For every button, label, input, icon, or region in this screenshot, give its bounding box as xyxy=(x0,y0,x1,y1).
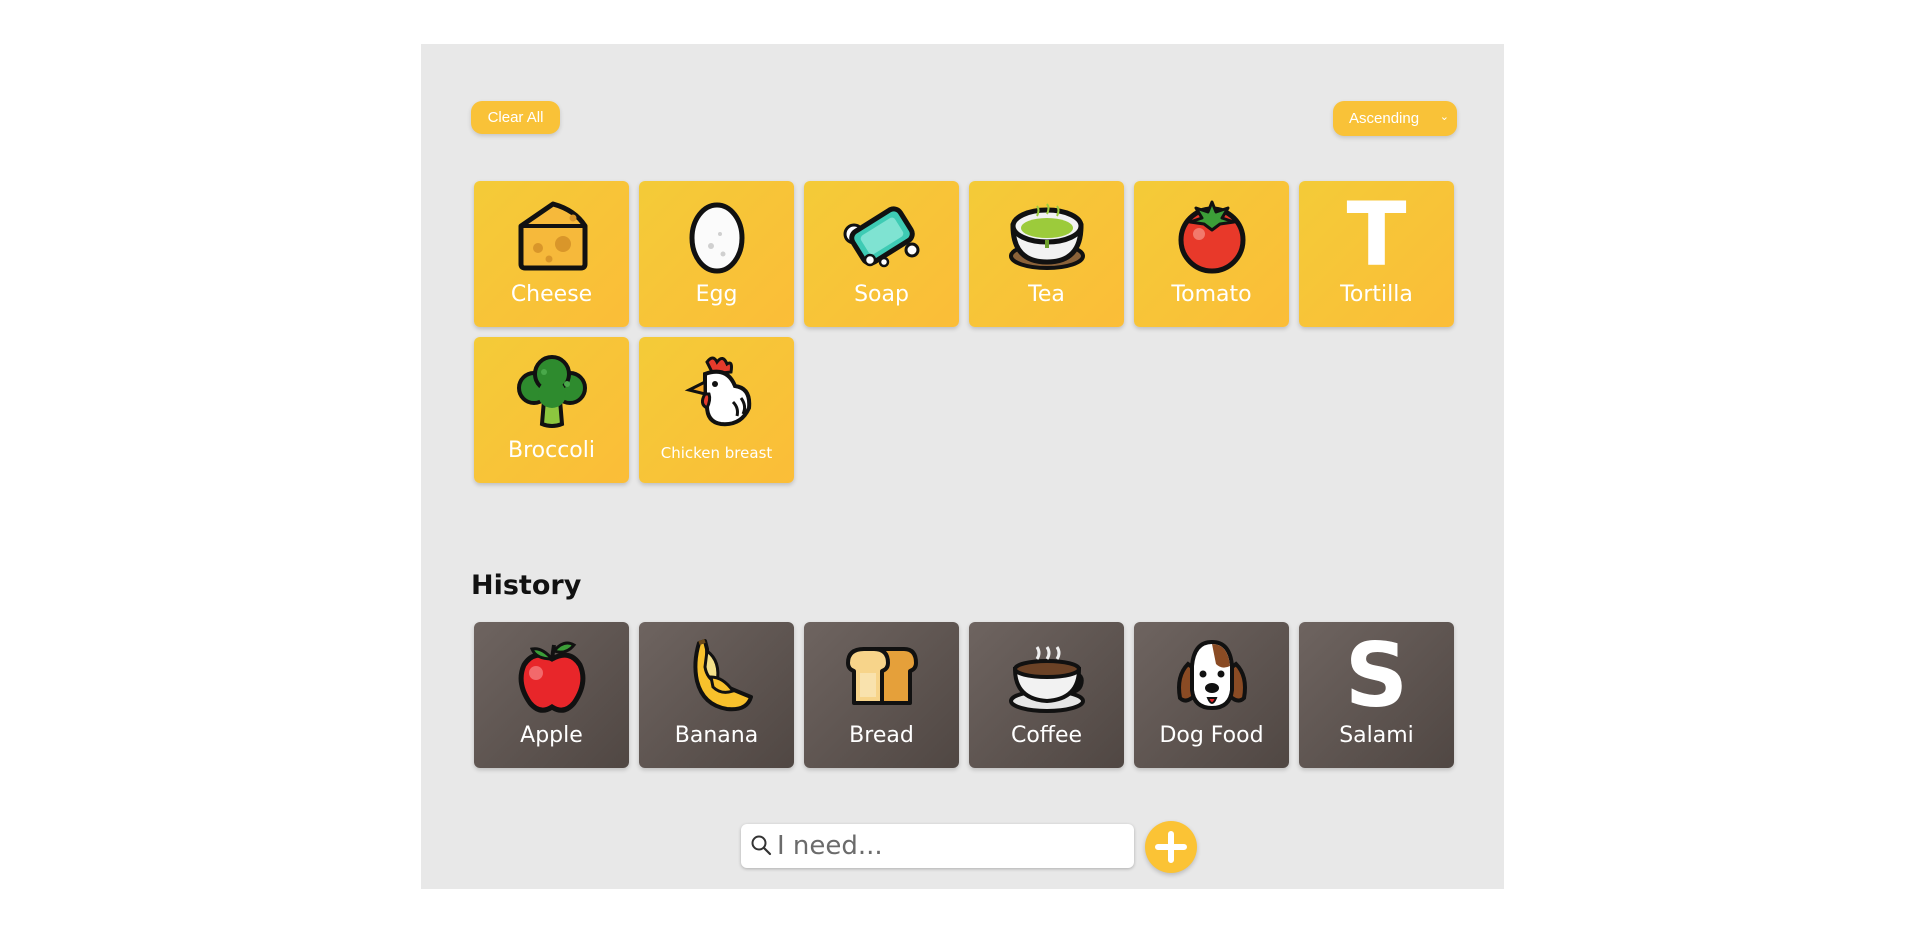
item-label: Salami xyxy=(1339,723,1414,748)
egg-icon xyxy=(639,195,794,275)
coffee-icon xyxy=(969,636,1124,716)
item-label: Chicken breast xyxy=(660,444,773,462)
item-label: Bread xyxy=(849,723,914,748)
chicken-icon xyxy=(639,351,794,431)
broccoli-icon xyxy=(474,351,629,431)
item-label: Apple xyxy=(520,723,583,748)
item-tile-tortilla[interactable]: T Tortilla xyxy=(1299,181,1454,327)
history-tile-salami[interactable]: S Salami xyxy=(1299,622,1454,768)
history-tile-bread[interactable]: Bread xyxy=(804,622,959,768)
sort-order-value: Ascending xyxy=(1349,110,1420,127)
item-tile-tomato[interactable]: Tomato xyxy=(1134,181,1289,327)
history-grid: Apple Banana Bread Coffee Dog Food S Sal… xyxy=(474,622,1454,768)
item-label: Coffee xyxy=(1010,723,1083,748)
search-box xyxy=(741,824,1134,868)
item-tile-chicken-breast[interactable]: Chicken breast xyxy=(639,337,794,483)
plus-icon xyxy=(1155,831,1187,863)
soap-icon xyxy=(804,195,959,275)
active-items-grid: Cheese Egg Soap Tea Tomato T Tortilla Br… xyxy=(474,181,1454,483)
item-tile-soap[interactable]: Soap xyxy=(804,181,959,327)
clear-all-button[interactable]: Clear All xyxy=(471,101,560,134)
sort-order-select[interactable]: Ascending ⌄ xyxy=(1333,101,1457,136)
item-label: Tomato xyxy=(1171,282,1252,307)
dog-icon xyxy=(1134,636,1289,716)
history-heading: History xyxy=(471,570,582,601)
item-label: Tortilla xyxy=(1340,282,1413,307)
item-label: Dog Food xyxy=(1159,723,1264,748)
item-letter: T xyxy=(1346,183,1407,286)
cheese-icon xyxy=(474,195,629,275)
history-tile-coffee[interactable]: Coffee xyxy=(969,622,1124,768)
bread-icon xyxy=(804,636,959,716)
item-label: Egg xyxy=(695,282,738,307)
item-label: Broccoli xyxy=(508,438,595,463)
add-item-button[interactable] xyxy=(1145,821,1197,873)
tomato-icon xyxy=(1134,195,1289,275)
item-letter: S xyxy=(1344,624,1409,727)
search-icon xyxy=(750,834,772,860)
item-label: Banana xyxy=(674,723,759,748)
chevron-down-icon: ⌄ xyxy=(1439,111,1449,123)
item-tile-broccoli[interactable]: Broccoli xyxy=(474,337,629,483)
item-label: Cheese xyxy=(510,282,593,307)
item-tile-egg[interactable]: Egg xyxy=(639,181,794,327)
history-tile-dog-food[interactable]: Dog Food xyxy=(1134,622,1289,768)
item-tile-tea[interactable]: Tea xyxy=(969,181,1124,327)
history-tile-apple[interactable]: Apple xyxy=(474,622,629,768)
app-panel: Clear All Ascending ⌄ Cheese Egg Soap Te… xyxy=(421,44,1504,889)
search-input[interactable] xyxy=(777,828,1127,864)
tea-icon xyxy=(969,195,1124,275)
banana-icon xyxy=(639,636,794,716)
letter-s-icon: S xyxy=(1299,624,1454,727)
history-tile-banana[interactable]: Banana xyxy=(639,622,794,768)
apple-icon xyxy=(474,636,629,716)
item-label: Soap xyxy=(854,282,909,307)
letter-t-icon: T xyxy=(1299,183,1454,286)
item-tile-cheese[interactable]: Cheese xyxy=(474,181,629,327)
item-label: Tea xyxy=(1028,282,1065,307)
